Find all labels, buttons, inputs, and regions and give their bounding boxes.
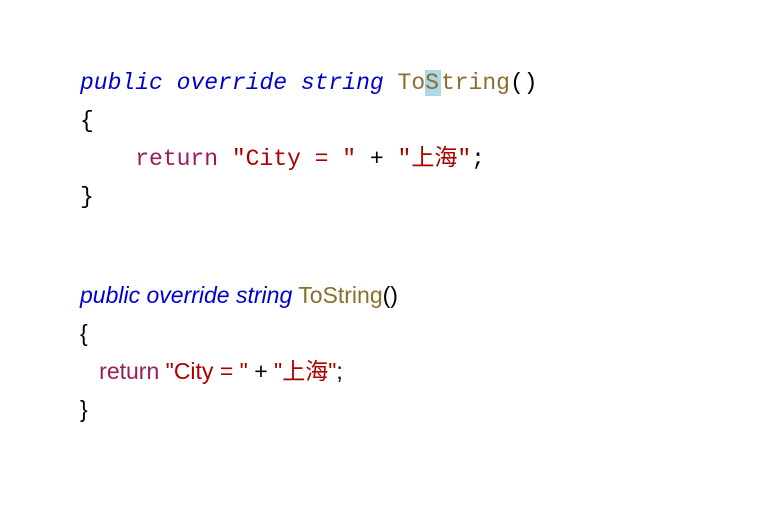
string-literal-2a: "City = " (166, 358, 248, 384)
keyword-public-1: public (80, 70, 163, 96)
method-name-2: ToString (298, 282, 382, 308)
close-brace-2: } (80, 396, 88, 422)
parens-1: () (510, 70, 538, 96)
operator-plus-2: + (248, 358, 274, 384)
string-literal-2b: "上海" (274, 358, 336, 384)
selection-highlight: S (425, 70, 441, 96)
string-literal-1a: "City = " (232, 146, 356, 172)
semicolon-2: ; (336, 358, 342, 384)
keyword-string-2: string (236, 282, 292, 308)
keyword-public-2: public (80, 282, 140, 308)
return-keyword-1: return (135, 146, 218, 172)
keyword-string-1: string (301, 70, 384, 96)
code-block-2: public override string ToString() { retu… (80, 277, 684, 429)
open-brace-2: { (80, 320, 88, 346)
keyword-override-1: override (177, 70, 287, 96)
method-to-part: To (398, 70, 426, 96)
operator-plus-1: + (356, 146, 397, 172)
keyword-override-2: override (147, 282, 230, 308)
open-brace-1: { (80, 108, 94, 134)
close-brace-1: } (80, 184, 94, 210)
semicolon-1: ; (471, 146, 485, 172)
parens-2: () (383, 282, 398, 308)
method-name-1: ToString (398, 70, 510, 96)
return-keyword-2: return (99, 358, 159, 384)
code-container: public override string ToString() { retu… (0, 0, 764, 494)
string-literal-1b: "上海" (398, 146, 472, 172)
code-block-1: public override string ToString() { retu… (80, 65, 684, 217)
method-tring-part: tring (441, 70, 510, 96)
